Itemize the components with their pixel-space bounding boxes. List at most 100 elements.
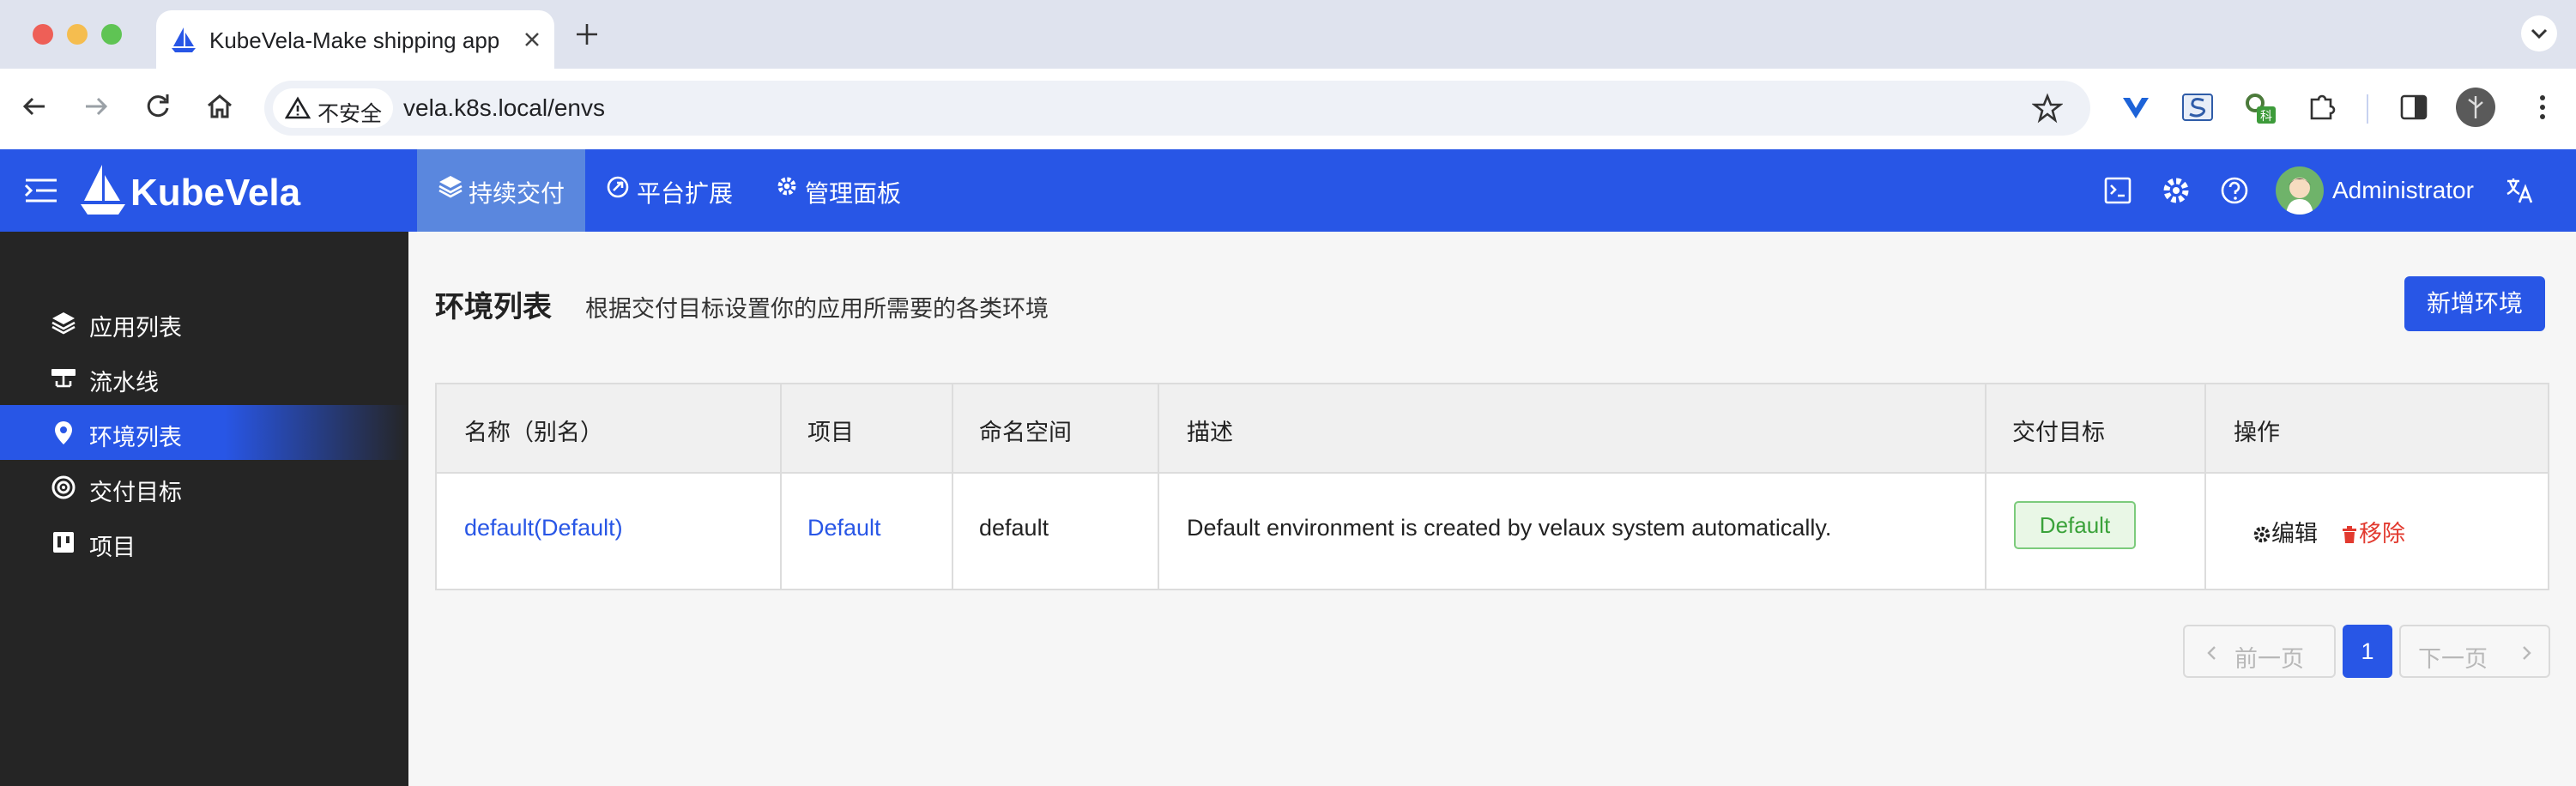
user-name[interactable]: Administrator (2332, 177, 2474, 204)
environment-name-link[interactable]: default(Default) (464, 515, 623, 541)
terminal-icon[interactable] (2101, 173, 2135, 208)
trash-icon (2343, 526, 2356, 543)
browser-toolbar: 不安全 vela.k8s.local/envs 科 (0, 69, 2576, 149)
extension-gear-icon[interactable]: 科 (2240, 88, 2279, 127)
toolbar-divider (2367, 94, 2368, 124)
chevron-left-icon (2207, 646, 2216, 660)
url-text[interactable]: vela.k8s.local/envs (403, 94, 605, 122)
column-header-target: 交付目标 (2012, 420, 2105, 445)
browser-tab-bar: KubeVela-Make shipping app (0, 0, 2576, 69)
profile-icon (2468, 96, 2483, 118)
chevron-right-icon (2523, 646, 2531, 660)
security-indicator[interactable]: 不安全 (273, 88, 393, 128)
remove-button[interactable]: 移除 (2340, 515, 2405, 548)
sidebar-item-targets[interactable]: 交付目标 (0, 460, 408, 515)
svg-text:科: 科 (2260, 110, 2272, 124)
window-minimize-button[interactable] (67, 24, 88, 45)
sidebar-item-label: 流水线 (89, 370, 159, 396)
kubevela-favicon-icon (172, 27, 196, 52)
sidebar-item-label: 应用列表 (89, 315, 182, 341)
gear-icon (777, 177, 796, 196)
chevron-down-icon (2531, 28, 2548, 39)
column-header-project: 项目 (807, 420, 854, 445)
page-number-current[interactable]: 1 (2343, 625, 2392, 678)
description-cell: Default environment is created by velaux… (1187, 515, 1832, 541)
tab-label: 平台扩展 (637, 180, 734, 207)
window-close-button[interactable] (33, 24, 53, 45)
user-avatar-icon (2286, 178, 2313, 215)
add-environment-button[interactable]: 新增环境 (2404, 276, 2545, 331)
next-page-label: 下一页 (2418, 646, 2488, 672)
column-divider (2204, 384, 2206, 589)
extension-s-icon[interactable] (2178, 88, 2217, 127)
tab-search-button[interactable] (2521, 15, 2557, 51)
edit-button[interactable]: 编辑 (2252, 515, 2318, 548)
tab-admin-panel[interactable]: 管理面板 (772, 149, 918, 232)
next-page-button[interactable]: 下一页 (2399, 625, 2550, 678)
column-divider (1985, 384, 1986, 589)
tab-continuous-delivery[interactable]: 持续交付 (417, 149, 585, 232)
prev-page-button[interactable]: 前一页 (2183, 625, 2336, 678)
column-header-namespace: 命名空间 (979, 420, 1072, 445)
layers-icon (51, 312, 76, 335)
extension-icon (607, 176, 629, 198)
menu-toggle-icon[interactable] (22, 173, 60, 208)
extensions-puzzle-icon[interactable] (2303, 88, 2343, 127)
settings-icon[interactable] (2159, 173, 2193, 208)
sidebar-item-label: 交付目标 (89, 480, 182, 505)
column-header-description: 描述 (1187, 420, 1233, 445)
sidebar-item-label: 项目 (89, 535, 136, 560)
window-zoom-button[interactable] (101, 24, 122, 45)
project-link[interactable]: Default (807, 515, 881, 541)
sidebar-item-environments[interactable]: 环境列表 (0, 405, 408, 460)
column-header-name: 名称（别名） (464, 420, 603, 445)
forward-arrow-icon[interactable] (77, 88, 115, 125)
extension-v-icon[interactable] (2116, 88, 2156, 127)
edit-label: 编辑 (2271, 521, 2318, 547)
kubevela-logo-icon[interactable] (79, 161, 127, 218)
sidebar: 应用列表 流水线 环境列表 交付目标 项目 (0, 232, 408, 786)
browser-tab[interactable]: KubeVela-Make shipping app (156, 10, 554, 69)
home-icon[interactable] (201, 88, 239, 125)
column-divider (1158, 384, 1159, 589)
sidebar-item-applications[interactable]: 应用列表 (0, 295, 408, 350)
help-icon[interactable] (2217, 173, 2252, 208)
project-icon (53, 532, 74, 553)
tab-label: 持续交付 (469, 180, 565, 207)
column-divider (780, 384, 782, 589)
back-arrow-icon[interactable] (15, 88, 53, 125)
column-header-actions: 操作 (2234, 420, 2280, 445)
page-title: 环境列表 (435, 291, 552, 323)
target-badge[interactable]: Default (2014, 501, 2136, 549)
layers-icon (438, 176, 463, 198)
app-header: KubeVela 持续交付 平台扩展 管理面板 Administrator (0, 149, 2576, 232)
pipeline-icon (51, 369, 76, 388)
sidebar-item-label: 环境列表 (89, 425, 182, 450)
page-subtitle: 根据交付目标设置你的应用所需要的各类环境 (585, 296, 1049, 322)
tab-platform-extension[interactable]: 平台扩展 (601, 149, 747, 232)
browser-menu-icon[interactable] (2523, 88, 2562, 127)
user-avatar[interactable] (2276, 166, 2324, 215)
sidebar-item-projects[interactable]: 项目 (0, 515, 408, 570)
tab-close-icon[interactable] (517, 24, 547, 55)
profile-avatar[interactable] (2456, 88, 2495, 127)
prev-page-label: 前一页 (2234, 646, 2304, 672)
bookmark-star-icon[interactable] (2032, 93, 2063, 124)
gear-icon (2253, 526, 2271, 543)
target-icon (51, 475, 76, 499)
sidebar-item-pipelines[interactable]: 流水线 (0, 350, 408, 405)
reload-icon[interactable] (139, 88, 177, 125)
security-label: 不安全 (317, 102, 383, 126)
column-divider (952, 384, 953, 589)
environments-table: 名称（别名） 项目 命名空间 描述 交付目标 操作 default(Defaul… (435, 383, 2549, 590)
warning-triangle-icon (285, 96, 311, 119)
table-header (437, 384, 2548, 474)
translate-icon[interactable] (2502, 173, 2537, 208)
location-pin-icon (55, 421, 72, 444)
remove-label: 移除 (2359, 521, 2405, 547)
tab-label: 管理面板 (805, 180, 902, 207)
new-tab-icon[interactable] (571, 19, 602, 50)
brand-name[interactable]: KubeVela (130, 172, 300, 215)
address-bar[interactable]: 不安全 vela.k8s.local/envs (264, 81, 2090, 136)
side-panel-icon[interactable] (2394, 88, 2434, 127)
